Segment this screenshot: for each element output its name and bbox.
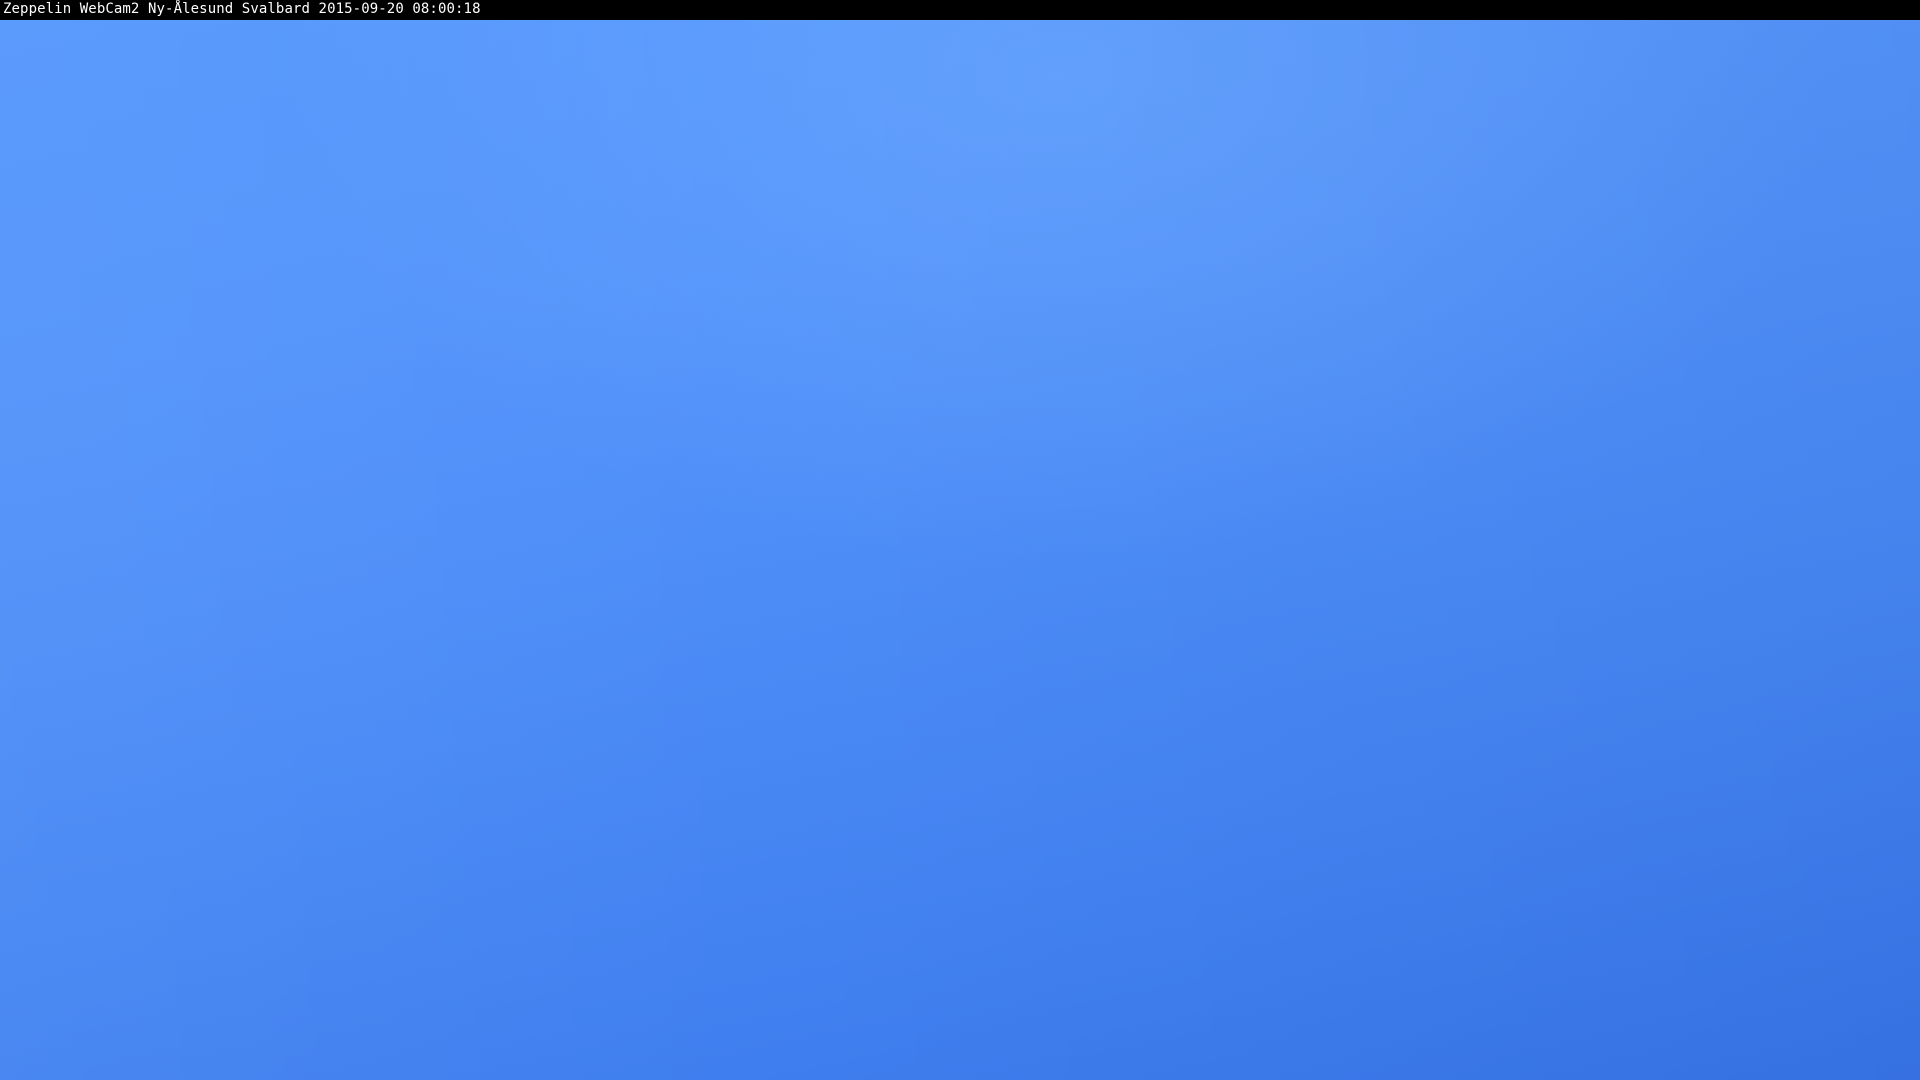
sky-image: [0, 20, 1920, 1080]
caption-bar: Zeppelin WebCam2 Ny-Ålesund Svalbard 201…: [0, 0, 1920, 20]
webcam-caption: Zeppelin WebCam2 Ny-Ålesund Svalbard 201…: [3, 1, 481, 17]
webcam-frame: Zeppelin WebCam2 Ny-Ålesund Svalbard 201…: [0, 0, 1920, 1080]
